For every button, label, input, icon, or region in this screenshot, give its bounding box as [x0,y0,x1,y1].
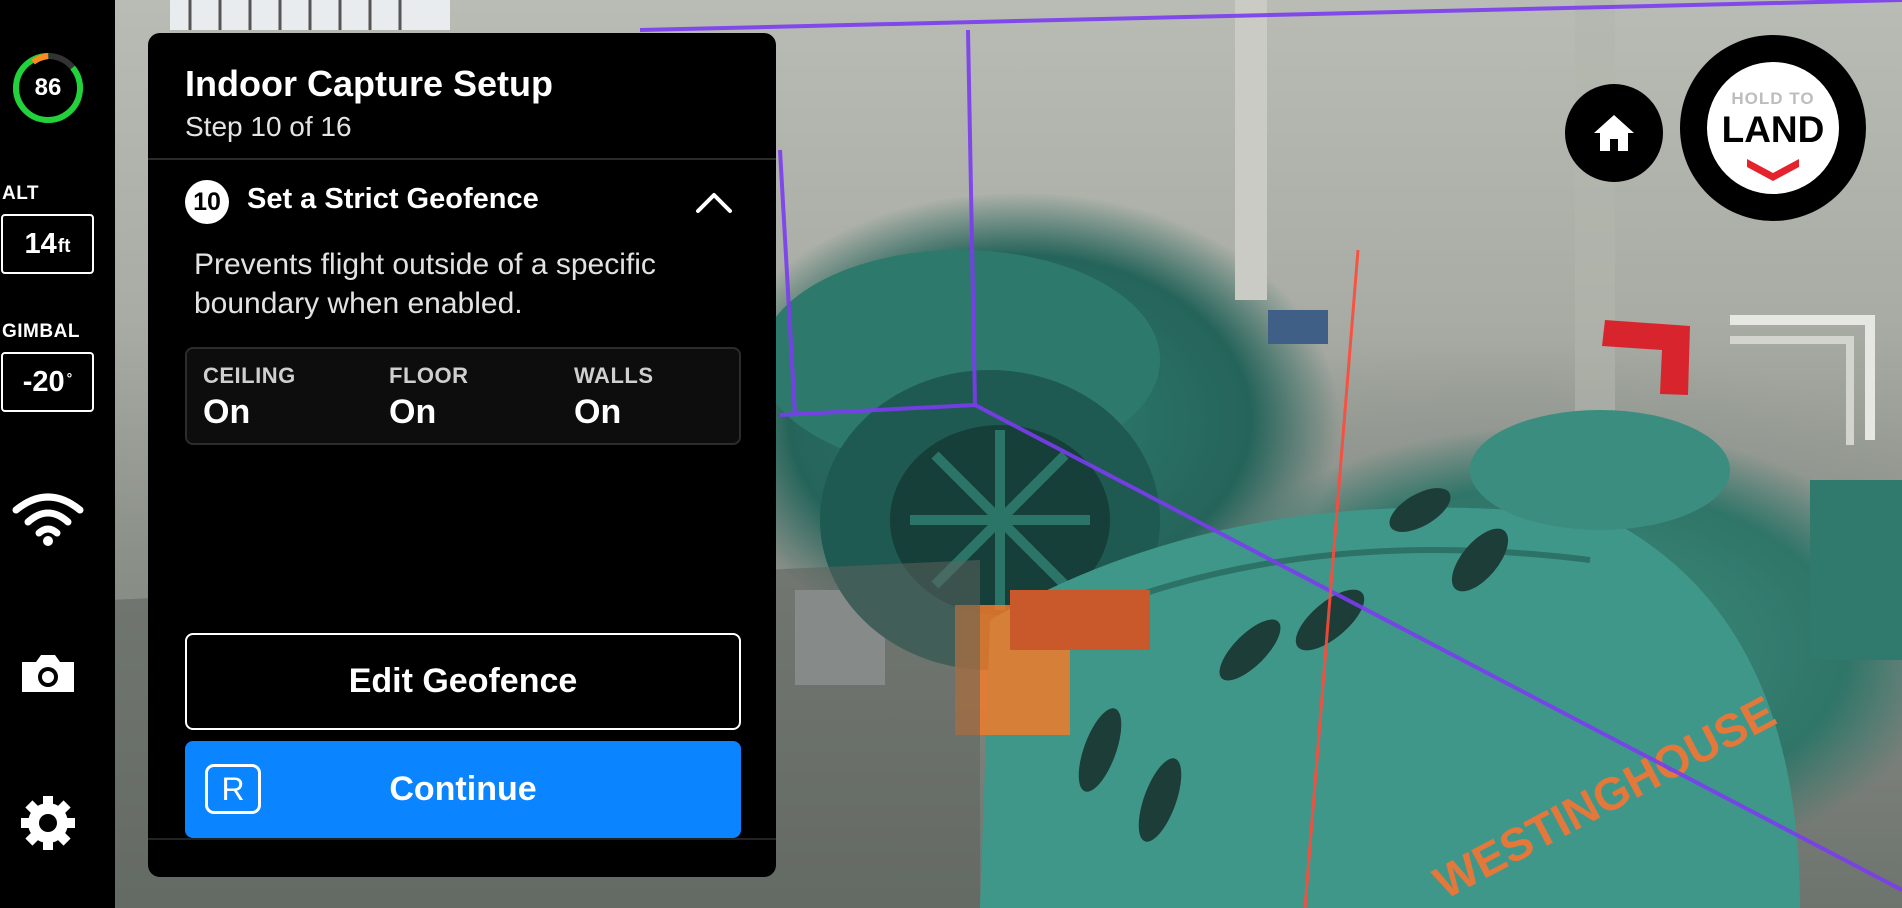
step-title: Set a Strict Geofence [247,183,539,215]
collapse-chevron-icon[interactable] [694,185,734,221]
geofence-status-box: CEILING On FLOOR On WALLS On [185,347,741,445]
altitude-readout: 14 ft [1,214,94,274]
ceiling-status: CEILING On [203,363,296,432]
edit-geofence-button[interactable]: Edit Geofence [185,633,741,730]
step-counter: Step 10 of 16 [185,111,352,142]
home-button[interactable] [1565,84,1663,182]
panel-bottom-divider [148,838,776,840]
step-description: Prevents flight outside of a specific bo… [194,248,656,320]
land-label: LAND [1721,109,1825,150]
step-number-badge: 10 [185,180,229,224]
gear-icon[interactable] [0,794,95,852]
land-hint: HOLD TO [1731,89,1815,108]
altitude-label: ALT [2,183,40,204]
gimbal-readout: -20 ° [1,352,94,412]
land-arrow-icon [1747,159,1799,181]
floor-label: FLOOR [389,363,469,388]
battery-gauge: 86 [12,52,84,124]
floor-status: FLOOR On [389,363,469,432]
floor-value: On [389,393,437,431]
altitude-unit: ft [57,236,71,257]
continue-label: Continue [389,770,537,808]
walls-value: On [574,393,622,431]
camera-icon[interactable] [0,652,95,696]
status-sidebar: 86 ALT 14 ft GIMBAL -20 ° [0,0,115,908]
panel-divider [148,158,776,160]
r-key-badge: R [205,764,261,814]
walls-label: WALLS [574,363,654,388]
gimbal-unit: ° [66,370,73,386]
gimbal-label: GIMBAL [2,321,80,342]
panel-title: Indoor Capture Setup [185,63,553,104]
ceiling-label: CEILING [203,363,296,388]
hold-to-land-button[interactable]: HOLD TO LAND [1680,35,1866,221]
land-button-face: HOLD TO LAND [1707,62,1839,194]
home-icon [1594,115,1634,151]
gimbal-value: -20 [22,365,65,398]
battery-percent: 86 [34,74,62,101]
continue-button[interactable]: R Continue [185,741,741,838]
walls-status: WALLS On [574,363,654,432]
altitude-value: 14 [24,227,57,260]
capture-setup-panel: Indoor Capture Setup Step 10 of 16 10 Se… [148,33,776,877]
ceiling-value: On [203,393,251,431]
wifi-icon[interactable] [0,490,95,546]
